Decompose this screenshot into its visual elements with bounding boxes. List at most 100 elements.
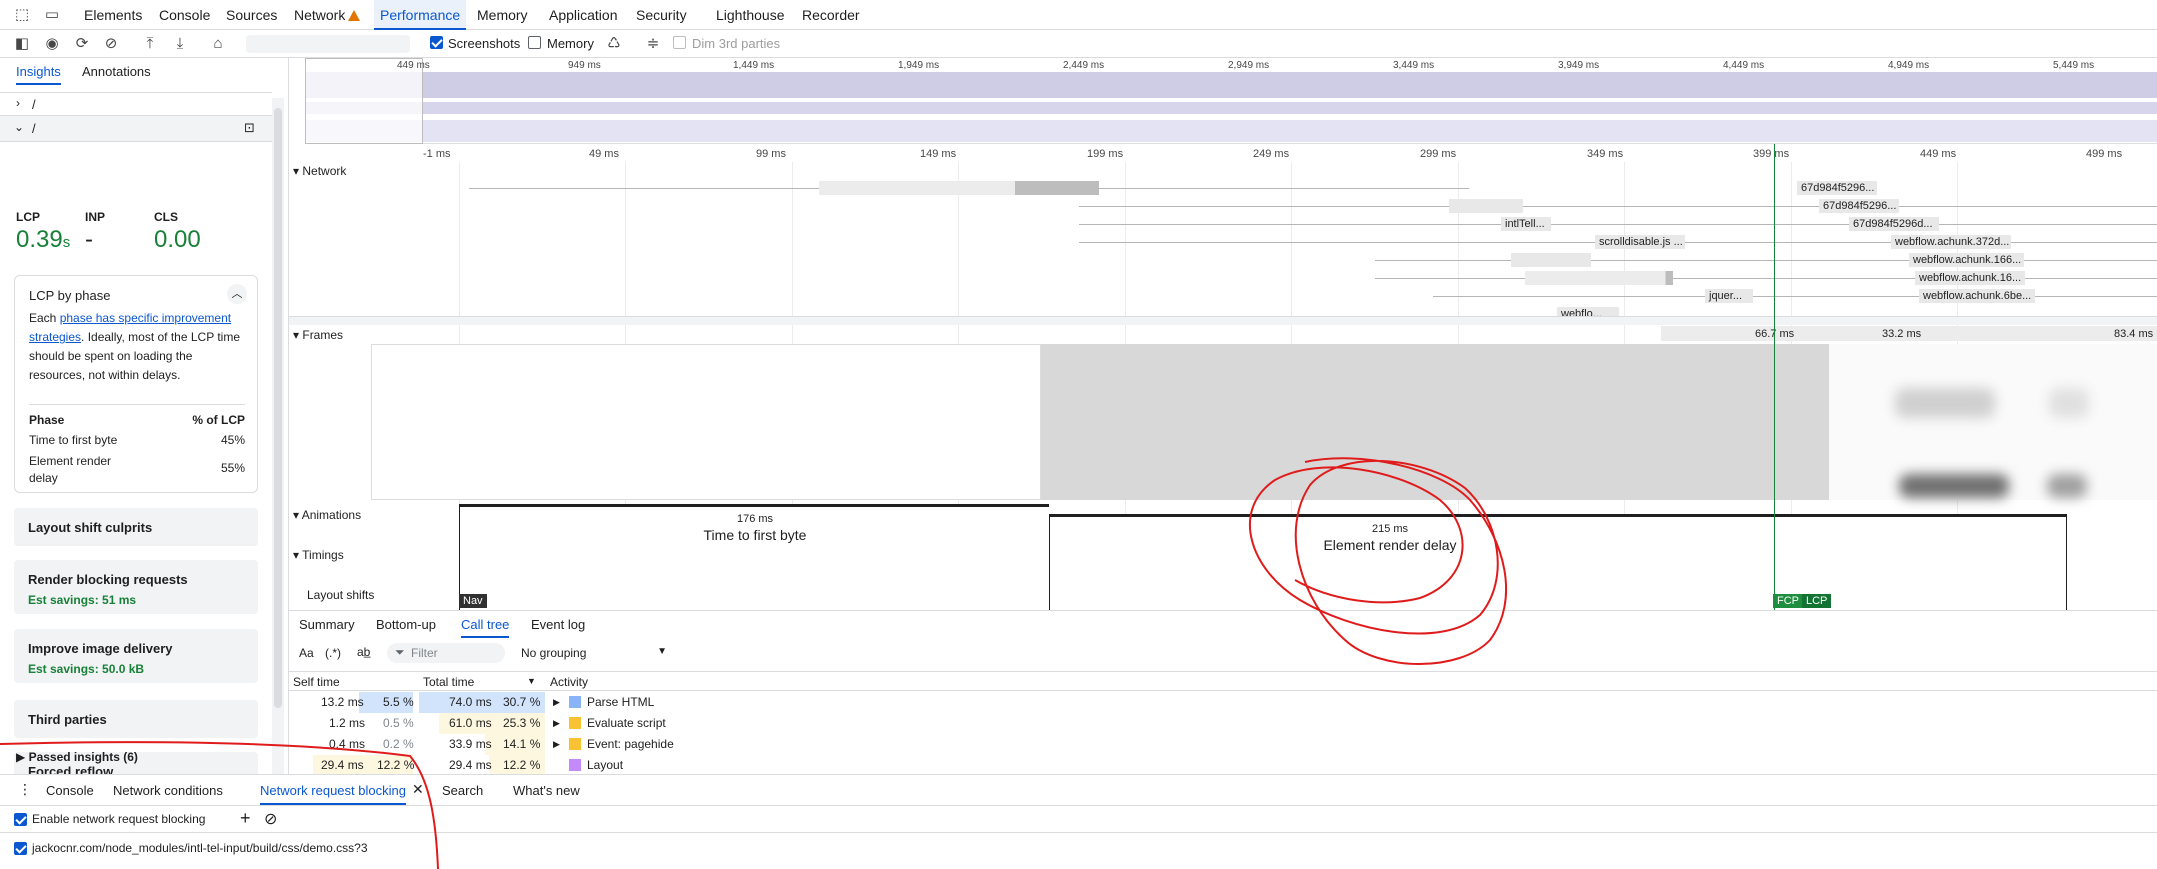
timeline-panel[interactable]: 449 ms 949 ms 1,449 ms 1,949 ms 2,449 ms… <box>289 58 2157 610</box>
request-bar[interactable]: intlTell... <box>1501 217 1551 231</box>
tab-performance[interactable]: Performance <box>374 0 467 30</box>
request-bar[interactable] <box>1449 199 1523 213</box>
tab-summary[interactable]: Summary <box>299 617 355 632</box>
insight-image-delivery[interactable]: Improve image delivery Est savings: 50.0 … <box>14 629 258 683</box>
phase-render-delay-overlay[interactable]: 215 ms Element render delay <box>1049 514 2067 610</box>
tab-lighthouse[interactable]: Lighthouse <box>710 0 791 30</box>
lcp-marker[interactable]: LCP <box>1802 594 1832 608</box>
enable-blocking-checkbox[interactable] <box>14 813 27 826</box>
memory-checkbox[interactable] <box>528 36 541 49</box>
close-icon[interactable]: ✕ <box>412 781 424 798</box>
track-animations[interactable]: ▾ Animations <box>293 508 361 522</box>
tab-call-tree[interactable]: Call tree <box>461 617 510 638</box>
recording-select[interactable] <box>246 35 410 53</box>
drawer-tab-search[interactable]: Search <box>442 783 483 798</box>
insight-layout-shift-culprits[interactable]: Layout shift culprits <box>14 508 258 546</box>
frame-screenshot-blank[interactable] <box>371 344 1041 500</box>
request-bar[interactable]: webflow.achunk.6be... <box>1919 289 2035 303</box>
whole-word-icon[interactable]: ab̲ <box>357 645 370 659</box>
home-icon[interactable]: ⌂ <box>208 34 228 54</box>
tab-application[interactable]: Application <box>543 0 624 30</box>
collapse-icon[interactable]: ︿ <box>227 284 247 304</box>
request-bar[interactable]: webflow.achunk.372d... <box>1891 235 2011 249</box>
nav-row-1[interactable]: › / <box>0 92 272 116</box>
track-network[interactable]: ▾ Network <box>293 164 346 178</box>
frame-screenshot-loading[interactable] <box>1041 344 1829 500</box>
request-bar[interactable] <box>1511 253 1591 267</box>
table-row[interactable]: 13.2 ms 5.5 % 74.0 ms 30.7 % ▶ Parse HTM… <box>289 692 2157 713</box>
tab-bottom-up[interactable]: Bottom-up <box>376 617 436 632</box>
expand-icon[interactable]: ▶ <box>553 718 560 729</box>
col-total-time[interactable]: Total time <box>423 675 474 689</box>
table-row[interactable]: 1.2 ms 0.5 % 61.0 ms 25.3 % ▶ Evaluate s… <box>289 713 2157 734</box>
request-bar[interactable]: webflow.achunk.16... <box>1915 271 2025 285</box>
capture-settings-icon[interactable]: ≑ <box>643 34 663 54</box>
drawer-tab-console[interactable]: Console <box>46 783 94 798</box>
tab-sources[interactable]: Sources <box>220 0 283 30</box>
screenshots-checkbox[interactable] <box>430 36 443 49</box>
blocked-pattern-row[interactable]: jackocnr.com/node_modules/intl-tel-input… <box>0 833 2157 863</box>
insight-third-parties[interactable]: Third parties <box>14 700 258 738</box>
tab-annotations[interactable]: Annotations <box>82 64 151 83</box>
passed-insights[interactable]: ▶ Passed insights (6) <box>16 750 138 764</box>
tab-recorder[interactable]: Recorder <box>796 0 866 30</box>
tab-insights[interactable]: Insights <box>16 64 61 85</box>
screenshot-icon[interactable]: ⊡ <box>244 120 255 136</box>
lcp-phase-title[interactable]: LCP by phase <box>29 288 110 303</box>
match-case-icon[interactable]: Aa <box>299 646 314 660</box>
pattern-checkbox[interactable] <box>14 842 27 855</box>
nav-marker[interactable]: Nav <box>459 594 487 608</box>
tab-memory[interactable]: Memory <box>471 0 534 30</box>
tab-console[interactable]: Console <box>153 0 216 30</box>
expand-icon[interactable]: ▶ <box>553 697 560 708</box>
inspect-element-icon[interactable]: ⬚ <box>12 5 32 25</box>
tab-elements[interactable]: Elements <box>78 0 148 30</box>
table-row[interactable]: 0.4 ms 0.2 % 33.9 ms 14.1 % ▶ Event: pag… <box>289 734 2157 755</box>
col-self-time[interactable]: Self time <box>293 675 340 689</box>
track-layout-shifts[interactable]: Layout shifts <box>307 588 374 602</box>
drawer-tab-whats-new[interactable]: What's new <box>513 783 580 798</box>
request-bar[interactable]: jquer... <box>1705 289 1753 303</box>
add-pattern-icon[interactable]: + <box>240 808 251 829</box>
track-timings[interactable]: ▾ Timings <box>293 548 344 562</box>
insight-render-blocking[interactable]: Render blocking requests Est savings: 51 … <box>14 560 258 614</box>
regex-icon[interactable]: (.*) <box>325 646 341 660</box>
col-activity[interactable]: Activity <box>550 675 588 689</box>
dim-3rd-parties-checkbox[interactable] <box>673 36 686 49</box>
phase-ttfb-overlay[interactable]: 176 ms Time to first byte <box>459 504 1049 610</box>
request-bar[interactable]: 67d984f5296... <box>1819 199 1899 213</box>
request-bar[interactable] <box>819 181 1099 195</box>
tab-network[interactable]: Network <box>288 0 366 30</box>
insight-savings: Est savings: 50.0 kB <box>28 662 145 676</box>
request-bar[interactable] <box>1525 271 1673 285</box>
request-bar[interactable]: 67d984f5296d... <box>1849 217 1939 231</box>
tab-security[interactable]: Security <box>630 0 693 30</box>
request-bar[interactable]: 67d984f5296... <box>1797 181 1877 195</box>
expand-icon[interactable]: ▶ <box>553 739 560 750</box>
request-bar[interactable]: scrolldisable.js ... <box>1595 235 1685 249</box>
fcp-marker[interactable]: FCP <box>1773 594 1803 608</box>
drawer-tab-network-request-blocking[interactable]: Network request blocking <box>260 783 406 805</box>
filter-input[interactable]: ⏷ Filter <box>387 643 505 663</box>
drawer-menu-icon[interactable]: ⋮ <box>18 781 32 798</box>
phase-table: Phase % of LCP Time to first byte 45% El… <box>29 404 245 485</box>
toggle-sidebar-icon[interactable]: ◧ <box>12 34 32 54</box>
garbage-collect-icon[interactable]: ♺ <box>604 34 624 54</box>
tab-event-log[interactable]: Event log <box>531 617 585 632</box>
drawer-tab-network-conditions[interactable]: Network conditions <box>113 783 223 798</box>
reload-record-icon[interactable]: ⟳ <box>72 34 92 54</box>
device-toolbar-icon[interactable]: ▭ <box>42 5 62 25</box>
track-frames[interactable]: ▾ Frames <box>293 328 343 342</box>
nav-row-2[interactable]: ⌄ / ⊡ <box>0 116 272 142</box>
download-icon[interactable]: ⤓ <box>170 34 190 54</box>
frame-screenshot-content[interactable] <box>1829 344 2157 500</box>
timeline-overview[interactable]: 449 ms 949 ms 1,449 ms 1,949 ms 2,449 ms… <box>305 58 2157 144</box>
clear-icon[interactable]: ⊘ <box>101 34 121 54</box>
remove-all-icon[interactable]: ⊘ <box>264 809 277 829</box>
scrollbar-thumb[interactable] <box>274 108 282 708</box>
upload-icon[interactable]: ⤒ <box>140 34 160 54</box>
request-bar[interactable]: webflow.achunk.166... <box>1909 253 2024 267</box>
table-row[interactable]: 29.4 ms 12.2 % 29.4 ms 12.2 % Layout <box>289 755 2157 776</box>
grouping-select[interactable]: No grouping ▼ <box>521 643 667 663</box>
record-icon[interactable]: ◉ <box>42 34 62 54</box>
